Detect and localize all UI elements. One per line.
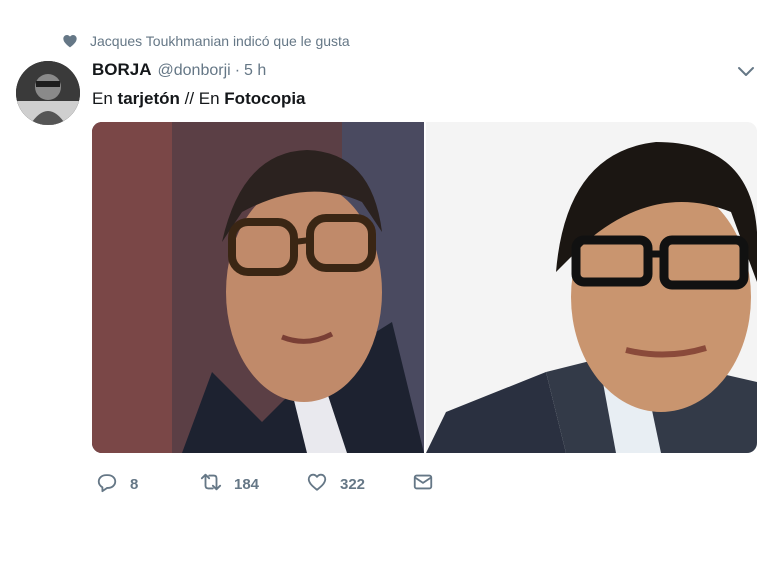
heart-icon: [62, 33, 78, 49]
tweet-actions: 8 184 322: [96, 472, 434, 496]
like-count: 322: [340, 475, 366, 493]
display-name[interactable]: BORJA: [92, 60, 152, 80]
retweet-count: 184: [234, 475, 260, 493]
timestamp[interactable]: 5 h: [244, 62, 266, 80]
tweet-text-part: // En: [179, 89, 225, 108]
separator-dot: ·: [234, 62, 241, 79]
tweet-text-bold: tarjetón: [117, 89, 180, 108]
like-button[interactable]: 322: [306, 471, 412, 497]
tweet-text-bold: Fotocopia: [224, 89, 306, 108]
tweet-text: En tarjetón // En Fotocopia: [92, 88, 306, 110]
username[interactable]: @donborji: [158, 62, 231, 80]
avatar-image: [16, 61, 80, 125]
tweet-text-part: En: [92, 89, 118, 108]
heart-outline-icon: [306, 471, 328, 497]
chevron-down-icon[interactable]: [736, 64, 756, 80]
tweet-header: BORJA @donborji · 5 h: [92, 60, 266, 84]
envelope-icon: [412, 471, 434, 497]
media-photo-left[interactable]: [92, 122, 424, 453]
social-context: Jacques Toukhmanian indicó que le gusta: [62, 31, 350, 51]
avatar[interactable]: [16, 61, 80, 125]
media-photo-right[interactable]: [426, 122, 757, 453]
retweet-button[interactable]: 184: [200, 471, 306, 497]
reply-count: 8: [130, 475, 139, 493]
direct-message-button[interactable]: [412, 471, 434, 497]
retweet-icon: [200, 471, 222, 497]
reply-button[interactable]: 8: [96, 471, 200, 497]
media-grid: [92, 122, 757, 453]
reply-icon: [96, 471, 118, 497]
social-context-text: Jacques Toukhmanian indicó que le gusta: [90, 33, 350, 49]
